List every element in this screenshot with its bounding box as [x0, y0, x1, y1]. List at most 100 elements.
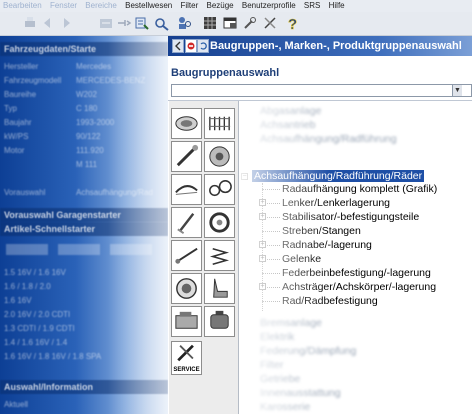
main-titlebar: Baugruppen-, Marken-, Produktgruppenausw…	[168, 36, 472, 56]
cable-bundle-icon[interactable]	[204, 108, 235, 139]
chevron-left-icon	[175, 41, 181, 51]
home-button[interactable]	[185, 39, 197, 53]
wiper-blade-icon[interactable]	[171, 174, 202, 205]
menu-item-benutzerprofile[interactable]: Benutzerprofile	[239, 0, 299, 12]
sidebar-row-label: Motor	[4, 146, 25, 155]
expand-icon[interactable]: +	[259, 241, 266, 248]
sidebar-row-value: Mercedes	[76, 62, 112, 71]
tree-node-child[interactable]: Gelenke	[282, 253, 321, 265]
tools-icon[interactable]	[262, 15, 278, 31]
sidebar-row-label: Typ	[4, 104, 17, 113]
tree-node-child[interactable]: Stabilisator/-befestigungsteile	[282, 211, 419, 223]
engine-block-icon[interactable]	[171, 306, 202, 337]
main-panel: Baugruppen-, Marken-, Produktgruppenausw…	[168, 36, 472, 414]
sidebar-tab-2[interactable]	[58, 244, 100, 255]
save-icon[interactable]	[98, 15, 114, 31]
print-icon[interactable]	[22, 15, 38, 31]
chevron-down-icon[interactable]: ▼	[452, 85, 462, 96]
menu-item-bearbeiten[interactable]: Bearbeiten	[0, 0, 45, 12]
user-icon[interactable]	[154, 15, 170, 31]
tree-node[interactable]: Getriebe	[260, 373, 300, 385]
menu-item-bereiche[interactable]: Bereiche	[82, 0, 120, 12]
spring-icon[interactable]	[204, 240, 235, 271]
expand-icon[interactable]: +	[259, 255, 266, 262]
sidebar-row-label: Baureihe	[4, 90, 37, 99]
tree-node-child[interactable]: Radnabe/-lagerung	[282, 239, 372, 251]
wrench-icon	[177, 344, 194, 362]
tree-node[interactable]: Elektrik	[260, 331, 294, 343]
application-window: Bearbeiten Fenster Bereiche Bestellwesen…	[0, 0, 472, 414]
wheel-bearing-icon[interactable]	[204, 207, 235, 238]
search-icon[interactable]	[116, 15, 132, 31]
sidebar-row-label: Hersteller	[4, 62, 39, 71]
tree-node-child[interactable]: Streben/Stangen	[282, 225, 361, 237]
svg-text:?: ?	[288, 16, 297, 31]
tree-node-child[interactable]: Radaufhängung komplett (Grafik)	[282, 183, 437, 195]
settings-icon[interactable]	[242, 15, 258, 31]
page-title: Baugruppen-, Marken-, Produktgruppenausw…	[210, 40, 462, 52]
shock-absorber-icon[interactable]	[171, 141, 202, 172]
grid-icon[interactable]	[202, 15, 218, 31]
tree-node[interactable]: Abgasanlage	[260, 105, 321, 117]
tie-rod-icon[interactable]	[171, 240, 202, 271]
tree-node[interactable]: Karosserie	[260, 401, 310, 413]
collapse-icon[interactable]: −	[241, 173, 248, 180]
tree-node-child[interactable]: Rad/Radbefestigung	[282, 295, 378, 307]
tree-node[interactable]: Bremsanlage	[260, 317, 322, 329]
content-area: SERVICE Abgasanlage Achsantrieb Achsaufh…	[168, 100, 472, 414]
forward-icon[interactable]	[58, 15, 74, 31]
sidebar-row-value: 90/122	[76, 132, 101, 141]
assembly-tree: Abgasanlage Achsantrieb Achsaufhängung/R…	[240, 101, 472, 414]
oil-filter-icon[interactable]	[204, 306, 235, 337]
sidebar-tab-1[interactable]	[6, 244, 48, 255]
tree-node[interactable]: Achsaufhängung/Radführung	[260, 133, 397, 145]
sidebar-row-value: W202	[76, 90, 97, 99]
tree-node[interactable]: Filter	[260, 359, 283, 371]
tree-node-selected[interactable]: Achsaufhängung/Radführung/Räder	[252, 170, 425, 182]
sidebar-row-value: C 180	[76, 104, 98, 113]
brake-disc-icon[interactable]	[204, 141, 235, 172]
belt-drive-icon[interactable]	[204, 174, 235, 205]
search-users-icon[interactable]	[176, 15, 192, 31]
zoom-icon[interactable]	[134, 15, 150, 31]
sidebar-row-label: Baujahr	[4, 118, 32, 127]
back-icon[interactable]	[40, 15, 56, 31]
menu-item-fenster[interactable]: Fenster	[47, 0, 80, 12]
sidebar-row-label: Fahrzeugmodell	[4, 76, 62, 85]
nav-back-button[interactable]	[172, 39, 184, 53]
seat-icon[interactable]	[204, 273, 235, 304]
sidebar-row-label: Vorauswahl	[4, 188, 46, 197]
menu-item-bezuege[interactable]: Bezüge	[204, 0, 237, 12]
help-icon[interactable]: ?	[284, 15, 300, 34]
group-select[interactable]: ▼	[171, 84, 472, 97]
tree-node[interactable]: Achsantrieb	[260, 119, 315, 131]
tree-node-child[interactable]: Achsträger/Achskörper/-lagerung	[282, 281, 436, 293]
suspension-strut-icon[interactable]	[171, 207, 202, 238]
sidebar-row-value: 111.920	[76, 146, 104, 155]
toolbar: ?	[0, 12, 472, 36]
menu-item-filter[interactable]: Filter	[177, 0, 201, 12]
service-button[interactable]: SERVICE	[171, 341, 202, 375]
tree-connector	[262, 189, 280, 190]
menu-bar: Bearbeiten Fenster Bereiche Bestellwesen…	[0, 0, 472, 12]
menu-item-srs[interactable]: SRS	[301, 0, 323, 12]
category-icon-bar: SERVICE	[169, 101, 239, 414]
menu-item-hilfe[interactable]: Hilfe	[326, 0, 348, 12]
expand-icon[interactable]: +	[259, 213, 266, 220]
tree-node[interactable]: Innenausstattung	[260, 387, 341, 399]
brake-drum-icon[interactable]	[171, 273, 202, 304]
tree-node-child[interactable]: Federbeinbefestigung/-lagerung	[282, 267, 431, 279]
sidebar-row-value: M 111	[76, 160, 98, 169]
expand-icon[interactable]: +	[259, 283, 266, 290]
sidebar-fade	[108, 36, 168, 414]
expand-icon[interactable]: +	[259, 199, 266, 206]
tree-node[interactable]: Federung/Dämpfung	[260, 345, 356, 357]
sidebar-panel: Fahrzeugdaten/Starte Hersteller Mercedes …	[0, 36, 168, 414]
window-icon[interactable]	[222, 15, 238, 31]
sidebar-row-label: kW/PS	[4, 132, 29, 141]
service-label: SERVICE	[173, 367, 200, 373]
car-body-icon[interactable]	[171, 108, 202, 139]
nav-forward-button[interactable]	[197, 39, 209, 53]
menu-item-bestellwesen[interactable]: Bestellwesen	[122, 0, 175, 12]
tree-node-child[interactable]: Lenker/Lenkerlagerung	[282, 197, 390, 209]
